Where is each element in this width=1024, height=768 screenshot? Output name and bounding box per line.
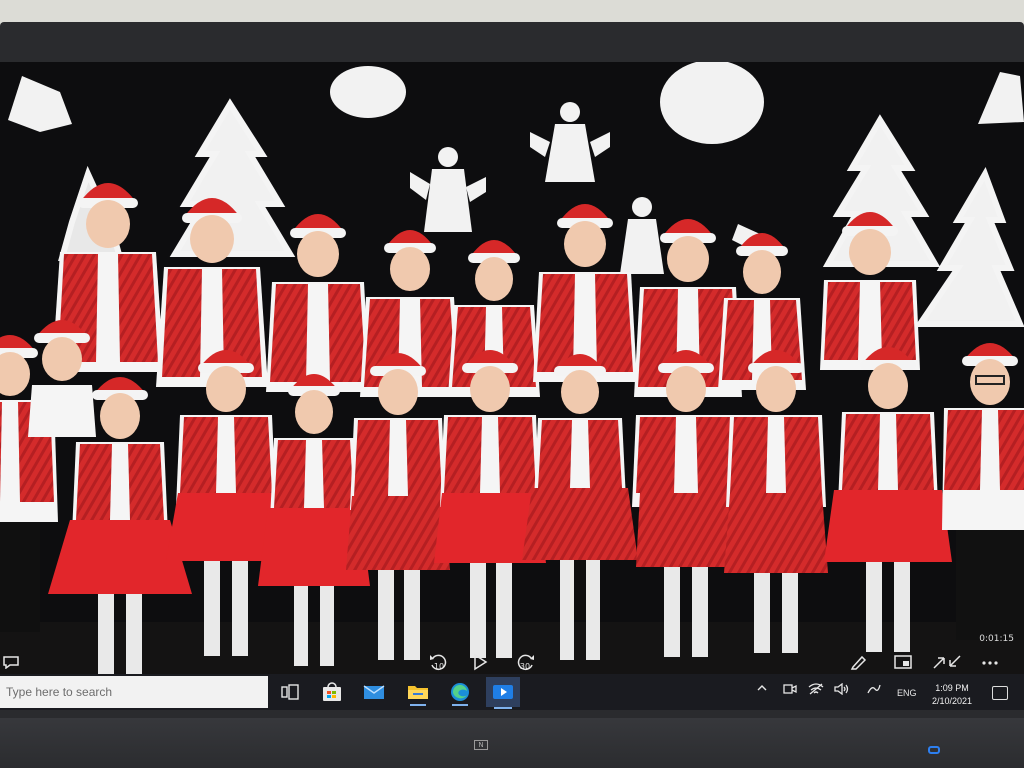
running-indicator — [494, 707, 512, 709]
running-indicator — [410, 704, 426, 706]
show-hidden-icons-chevron-icon[interactable] — [756, 683, 768, 696]
skip-forward-seconds: 30 — [519, 662, 531, 671]
task-view-icon[interactable] — [278, 680, 302, 704]
fullscreen-icon[interactable] — [930, 652, 964, 672]
monitor-brand-logo: N — [474, 740, 488, 750]
edit-pen-icon[interactable] — [850, 654, 868, 670]
captions-icon[interactable] — [2, 655, 20, 670]
power-indicator-icon — [928, 746, 940, 754]
taskbar-clock[interactable]: 1:09 PM 2/10/2021 — [926, 682, 978, 708]
taskbar-search-input[interactable]: Type here to search — [0, 676, 268, 708]
skip-back-button[interactable]: 10 — [428, 653, 448, 671]
monitor-bezel-bottom — [0, 718, 1024, 768]
clock-date: 2/10/2021 — [931, 696, 973, 706]
edge-icon[interactable] — [448, 680, 472, 706]
clock-time: 1:09 PM — [935, 683, 969, 693]
video-frame[interactable] — [0, 62, 1024, 674]
network-icon[interactable] — [808, 683, 824, 698]
elapsed-time: 0:01:15 — [979, 634, 1014, 644]
skip-back-seconds: 10 — [433, 662, 445, 671]
more-options-icon[interactable] — [980, 656, 1000, 670]
meet-now-icon[interactable] — [782, 683, 798, 698]
language-indicator[interactable]: ENG — [897, 688, 917, 698]
file-explorer-icon[interactable] — [406, 680, 430, 706]
notifications-icon[interactable] — [992, 686, 1008, 700]
skip-forward-button[interactable]: 30 — [514, 653, 536, 671]
running-indicator — [452, 704, 468, 706]
movies-tv-icon[interactable] — [486, 677, 520, 709]
pen-workspace-icon[interactable] — [866, 683, 882, 698]
mini-view-icon[interactable] — [894, 654, 912, 670]
store-icon[interactable] — [320, 680, 344, 704]
play-button[interactable] — [472, 653, 488, 671]
mail-icon[interactable] — [362, 680, 386, 704]
volume-icon[interactable] — [834, 682, 850, 698]
screen: 0:01:15 10 30 — [0, 62, 1024, 674]
